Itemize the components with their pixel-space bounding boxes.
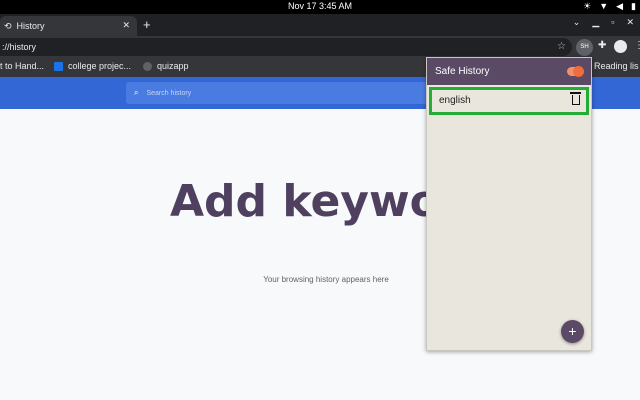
keyword-text: english xyxy=(439,95,471,106)
toggle-knob xyxy=(573,66,584,77)
popup-header: Safe History xyxy=(427,58,591,85)
bookmark-label: quizapp xyxy=(157,61,189,71)
reading-list-button[interactable]: Reading lis xyxy=(587,61,639,71)
tab-history[interactable]: ⟲ History ✕ xyxy=(0,16,137,36)
system-top-bar: Nov 17 3:45 AM ☀ ▼ ◀ ▮ xyxy=(0,0,640,14)
add-keyword-button[interactable]: + xyxy=(561,320,584,343)
battery-icon: ▮ xyxy=(631,1,636,11)
search-history-input[interactable]: ⌕ Search history xyxy=(126,82,446,104)
system-clock[interactable]: Nov 17 3:45 AM xyxy=(0,1,640,11)
system-tray[interactable]: ☀ ▼ ◀ ▮ xyxy=(583,1,636,12)
profile-avatar[interactable] xyxy=(614,40,627,53)
address-bar[interactable]: ://history ☆ xyxy=(0,38,572,56)
star-icon[interactable]: ☆ xyxy=(557,38,566,56)
chevron-down-icon[interactable]: ⌄ xyxy=(573,17,581,28)
address-url: ://history xyxy=(2,42,37,52)
screen: Nov 17 3:45 AM ☀ ▼ ◀ ▮ ⟲ History ✕ + ⌄ ▁… xyxy=(0,0,640,400)
github-icon xyxy=(143,61,152,71)
bookmark-favicon-icon xyxy=(54,61,63,71)
search-placeholder: Search history xyxy=(146,90,192,97)
search-icon: ⌕ xyxy=(134,88,139,97)
brightness-icon: ☀ xyxy=(583,1,592,11)
maximize-icon[interactable]: ▫ xyxy=(611,17,614,28)
tab-strip: ⟲ History ✕ + ⌄ ▁ ▫ ✕ xyxy=(0,14,640,36)
trash-icon[interactable] xyxy=(570,92,581,105)
bookmark-item[interactable]: college projec... xyxy=(54,61,131,71)
wifi-icon: ▼ xyxy=(599,1,609,11)
close-icon[interactable]: ✕ xyxy=(122,20,130,31)
window-controls: ⌄ ▁ ▫ ✕ xyxy=(573,17,634,28)
menu-kebab-icon[interactable]: ⋮ xyxy=(634,40,640,51)
extensions-puzzle-icon[interactable]: ✚ xyxy=(598,40,606,51)
popup-title: Safe History xyxy=(435,66,490,77)
bookmark-label: college projec... xyxy=(68,61,132,71)
close-window-icon[interactable]: ✕ xyxy=(626,17,634,28)
tab-title: History xyxy=(16,21,45,31)
history-icon: ⟲ xyxy=(4,20,12,31)
browser-toolbar: ://history ☆ SH ✚ ⋮ xyxy=(0,36,640,58)
safe-history-extension-button[interactable]: SH xyxy=(576,39,593,56)
volume-icon: ◀ xyxy=(616,1,624,11)
bookmark-item[interactable]: t to Hand... xyxy=(0,61,44,71)
enable-toggle[interactable] xyxy=(567,66,584,77)
new-tab-button[interactable]: + xyxy=(143,17,151,32)
keyword-item[interactable]: english xyxy=(429,87,589,115)
bookmark-label: t to Hand... xyxy=(0,61,45,71)
minimize-icon[interactable]: ▁ xyxy=(592,17,599,28)
bookmark-item[interactable]: quizapp xyxy=(143,61,189,71)
safe-history-popup: Safe History english + xyxy=(426,57,592,351)
